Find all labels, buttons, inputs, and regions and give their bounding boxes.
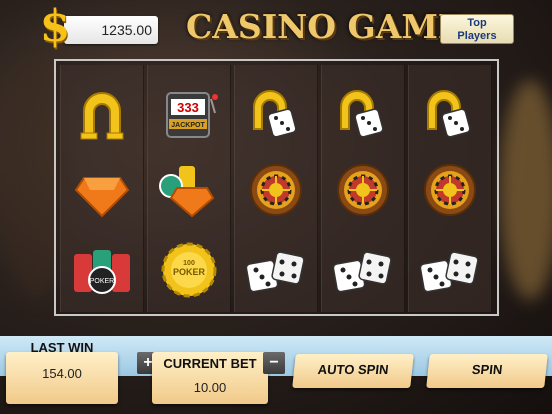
poker-text: POKER — [90, 278, 115, 285]
horseshoe-dice-icon — [418, 85, 482, 145]
auto-spin-label: AUTO SPIN — [317, 362, 390, 377]
spin-button[interactable]: SPIN — [426, 354, 548, 388]
reel-3 — [234, 65, 318, 312]
roulette-icon — [244, 160, 308, 220]
top-players-label-line1: Top — [467, 17, 487, 29]
game-title: CASINO GAME — [186, 7, 464, 46]
chip-value: 100 — [183, 260, 195, 267]
reel-2: 333 JACKPOT 100 POKER — [147, 65, 231, 312]
horseshoe-dice-icon — [331, 85, 395, 145]
horseshoe-icon — [70, 85, 134, 145]
poker-chip-icon: 100 POKER — [157, 240, 221, 300]
jackpot-digits: 333 — [177, 100, 199, 115]
chips-diamond-icon — [157, 160, 221, 220]
dice-icon — [331, 240, 395, 300]
jackpot-word: JACKPOT — [171, 122, 205, 129]
slot-reels: POKER 333 JACKPOT 100 POKER — [54, 59, 499, 316]
roulette-icon — [418, 160, 482, 220]
balance-display: 1235.00 — [64, 16, 158, 44]
poker-chips-icon: POKER — [70, 240, 134, 300]
current-bet-panel: CURRENT BET 10.00 — [152, 352, 268, 404]
dice-icon — [418, 240, 482, 300]
last-win-label: LAST WIN — [30, 340, 94, 355]
current-bet-value: 10.00 — [193, 380, 227, 395]
reel-5 — [408, 65, 492, 312]
roulette-icon — [331, 160, 395, 220]
control-bar: LAST WIN 154.00 + CURRENT BET 10.00 − AU… — [0, 332, 552, 414]
last-win-value: 154.00 — [42, 366, 82, 381]
poker-text: POKER — [173, 267, 206, 277]
dollar-icon: $ — [39, 1, 71, 52]
auto-spin-button[interactable]: AUTO SPIN — [292, 354, 414, 388]
last-win-panel: LAST WIN 154.00 — [6, 340, 118, 404]
jackpot-slot-icon: 333 JACKPOT — [157, 85, 221, 145]
reel-4 — [321, 65, 405, 312]
reel-1: POKER — [60, 65, 144, 312]
background-light — [500, 80, 552, 300]
horseshoe-dice-icon — [244, 85, 308, 145]
bet-decrease-button[interactable]: − — [263, 352, 285, 374]
top-bar: 1235.00 $ CASINO GAME Top Players — [0, 0, 552, 56]
top-players-button[interactable]: Top Players — [440, 14, 514, 44]
diamond-icon — [70, 160, 134, 220]
top-players-label-line2: Players — [457, 30, 497, 42]
current-bet-label: CURRENT BET — [163, 356, 257, 371]
dice-icon — [244, 240, 308, 300]
spin-label: SPIN — [471, 362, 504, 377]
